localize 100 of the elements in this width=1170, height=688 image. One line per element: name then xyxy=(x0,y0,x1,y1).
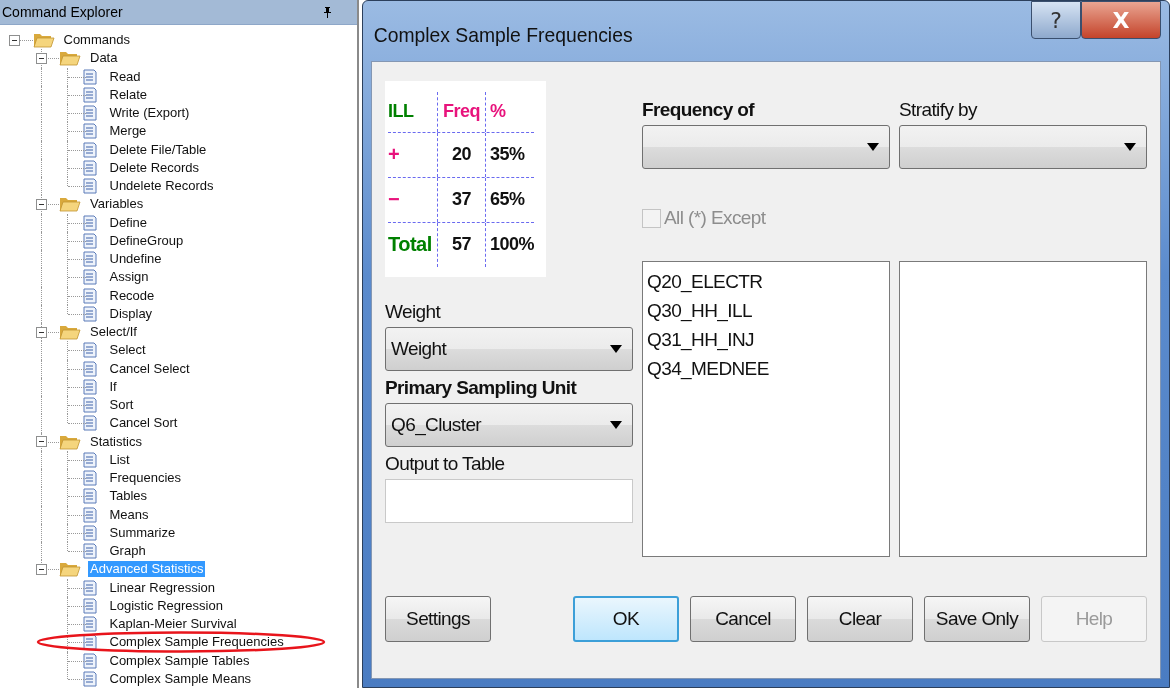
document-icon xyxy=(81,616,98,633)
document-icon xyxy=(81,524,98,541)
tree-item[interactable]: Undefine xyxy=(107,251,164,268)
tree-item[interactable]: Complex Sample Tables xyxy=(107,652,252,669)
field-label: Weight xyxy=(385,301,442,323)
tree-item[interactable]: Relate xyxy=(107,86,150,103)
document-icon xyxy=(81,397,98,414)
tree-item[interactable]: Kaplan-Meier Survival xyxy=(107,616,239,633)
table-cell: − xyxy=(388,177,438,222)
collapse-icon[interactable] xyxy=(35,198,47,210)
table-cell: + xyxy=(388,132,438,177)
folder-icon xyxy=(59,324,81,341)
tree-item[interactable]: Commands xyxy=(61,32,132,49)
tree-item[interactable]: Graph xyxy=(107,543,148,560)
tree-item[interactable]: Write (Export) xyxy=(107,105,192,122)
table-cell-text: 65% xyxy=(489,188,525,211)
settings-button[interactable]: Settings xyxy=(385,596,491,642)
table-header: % xyxy=(489,100,506,123)
document-icon xyxy=(81,214,98,231)
collapse-icon[interactable] xyxy=(35,563,47,575)
document-icon xyxy=(81,232,98,249)
document-icon xyxy=(81,305,98,322)
document-icon xyxy=(81,287,98,304)
tree-item[interactable]: Delete Records xyxy=(107,159,202,176)
document-icon xyxy=(81,86,98,103)
tree-item[interactable]: Select/If xyxy=(88,324,139,341)
document-icon xyxy=(81,670,98,687)
table-cell: 20 xyxy=(438,132,486,177)
help-button[interactable]: ? xyxy=(1031,1,1081,39)
table-cell-text: 35% xyxy=(489,143,525,166)
output-table-field[interactable] xyxy=(385,479,633,523)
document-icon xyxy=(81,123,98,140)
table-header: Freq xyxy=(438,91,486,132)
document-icon xyxy=(81,141,98,158)
document-icon xyxy=(81,652,98,669)
tree-item[interactable]: Sort xyxy=(107,397,136,414)
weight-dropdown[interactable]: Weight xyxy=(385,327,633,371)
field-label: Stratify by xyxy=(899,99,979,121)
panel-title: Command Explorer xyxy=(2,4,123,20)
variable-item[interactable]: Q30_HH_ILL xyxy=(647,296,885,325)
pin-icon[interactable] xyxy=(323,6,332,18)
dialog-title: Complex Sample Frequencies xyxy=(372,23,633,47)
dialog-button[interactable]: OK xyxy=(573,596,679,642)
folder-icon xyxy=(59,50,81,67)
tree-item[interactable]: Logistic Regression xyxy=(107,597,225,614)
tree-item[interactable]: Display xyxy=(107,305,155,322)
collapse-icon[interactable] xyxy=(35,52,47,64)
tree-item[interactable]: Linear Regression xyxy=(107,579,217,596)
variable-list[interactable]: Q20_ELECTR Q30_HH_ILL Q31_HH_INJ Q34_MEDNEE xyxy=(642,261,890,557)
tree-item[interactable]: Cancel Sort xyxy=(107,415,180,432)
tree-item[interactable]: Undelete Records xyxy=(107,178,216,195)
stratify-dropdown[interactable] xyxy=(899,125,1147,169)
dialog-button[interactable]: Save Only xyxy=(924,596,1030,642)
collapse-icon[interactable] xyxy=(35,436,47,448)
folder-icon xyxy=(32,32,55,49)
tree-item[interactable]: Complex Sample Means xyxy=(107,670,254,687)
document-icon xyxy=(81,451,98,468)
document-icon xyxy=(81,68,98,85)
table-header: ILL xyxy=(388,91,438,132)
frequency-dropdown[interactable] xyxy=(642,125,890,169)
tree-item[interactable]: Data xyxy=(88,50,120,67)
tree-item[interactable]: Cancel Select xyxy=(107,360,192,377)
variable-item[interactable]: Q34_MEDNEE xyxy=(647,354,885,383)
document-icon xyxy=(81,251,98,268)
tree-item[interactable]: DefineGroup xyxy=(107,232,186,249)
tree-item[interactable]: Summarize xyxy=(107,524,178,541)
dialog-button[interactable]: Cancel xyxy=(690,596,796,642)
tree-item[interactable]: List xyxy=(107,451,132,468)
tree-item[interactable]: Define xyxy=(107,214,150,231)
collapse-icon[interactable] xyxy=(35,326,47,338)
document-icon xyxy=(81,579,98,596)
document-icon xyxy=(81,360,98,377)
tree-item[interactable]: Delete File/Table xyxy=(107,141,209,158)
document-icon xyxy=(81,470,98,487)
tree-item[interactable]: Recode xyxy=(107,287,157,304)
tree-item[interactable]: Select xyxy=(107,342,148,359)
tree-item[interactable]: Tables xyxy=(107,488,150,505)
tree-item[interactable]: Read xyxy=(107,68,143,85)
sampling-unit-dropdown[interactable]: Q6_Cluster xyxy=(385,403,633,447)
tree-item[interactable]: Frequencies xyxy=(107,470,184,487)
field-label: Primary Sampling Unit xyxy=(385,377,578,399)
document-icon xyxy=(81,488,98,505)
table-cell: 57 xyxy=(437,222,486,267)
document-icon xyxy=(81,159,98,176)
dialog-button[interactable]: Clear xyxy=(807,596,913,642)
document-icon xyxy=(81,506,98,523)
collapse-icon[interactable] xyxy=(9,34,20,46)
tree-item[interactable]: Variables xyxy=(88,196,146,213)
tree-item[interactable]: Means xyxy=(107,506,151,523)
variable-item[interactable]: Q31_HH_INJ xyxy=(647,325,885,354)
table-cell: 37 xyxy=(438,177,486,222)
checkbox-label: All (*) Except xyxy=(664,207,766,229)
tree-item[interactable]: Assign xyxy=(107,269,151,286)
variable-item[interactable]: Q20_ELECTR xyxy=(647,267,885,296)
folder-icon xyxy=(59,196,81,213)
tree-item[interactable]: Statistics xyxy=(88,433,144,450)
document-icon xyxy=(81,269,98,286)
document-icon xyxy=(81,415,98,432)
tree-item[interactable]: Merge xyxy=(107,123,149,140)
tree-item[interactable]: If xyxy=(107,378,119,395)
